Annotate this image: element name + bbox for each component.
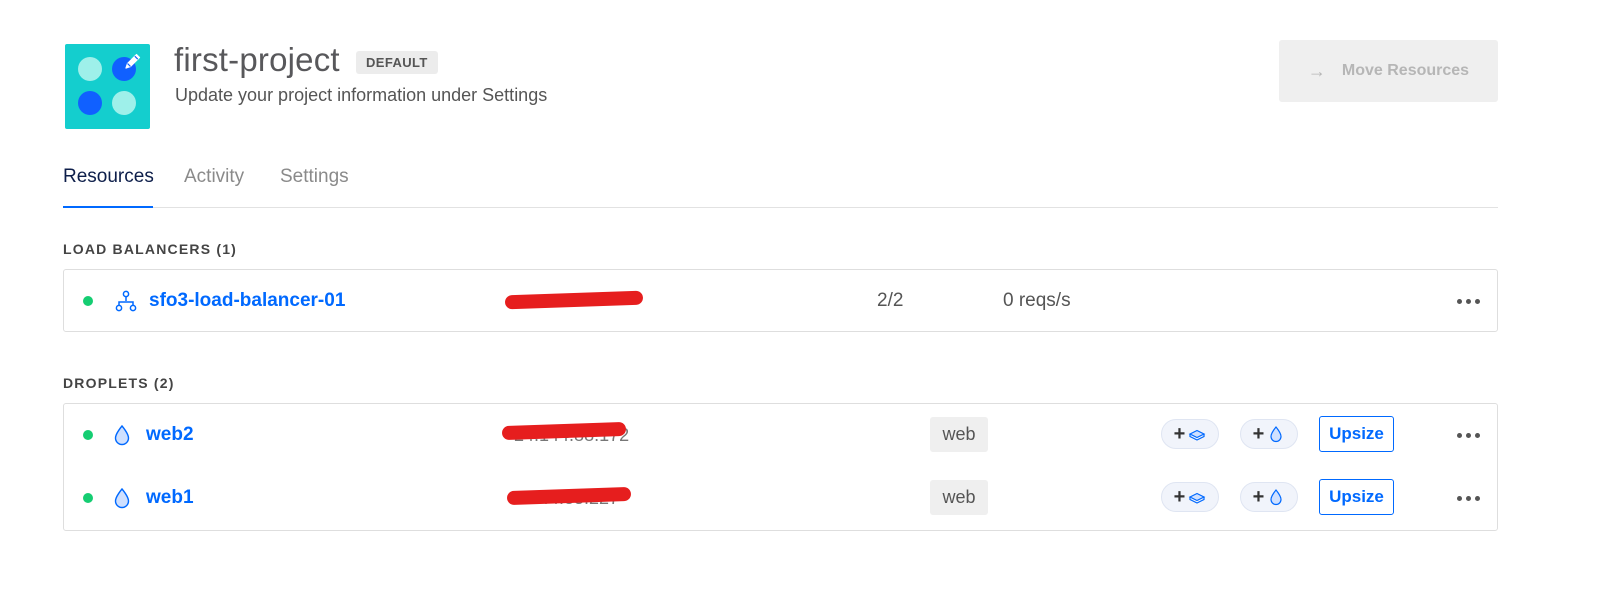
plus-label: + bbox=[1252, 485, 1265, 508]
move-resources-button[interactable]: → Move Resources bbox=[1279, 40, 1498, 102]
plus-label: + bbox=[1173, 485, 1186, 508]
more-options-icon[interactable] bbox=[1456, 426, 1480, 444]
tab-settings[interactable]: Settings bbox=[280, 166, 349, 208]
move-resources-label: Move Resources bbox=[1341, 62, 1470, 79]
tab-activity[interactable]: Activity bbox=[184, 166, 244, 208]
redacted-ip bbox=[504, 290, 644, 310]
logo-dot bbox=[78, 57, 102, 81]
upsize-button[interactable]: Upsize bbox=[1319, 479, 1394, 515]
load-balancers-list: sfo3-load-balancer-01 2/2 0 reqs/s bbox=[63, 269, 1498, 332]
add-volume-button[interactable]: + bbox=[1161, 419, 1219, 449]
lb-requests: 0 reqs/s bbox=[1003, 290, 1071, 311]
load-balancer-row: sfo3-load-balancer-01 2/2 0 reqs/s bbox=[64, 270, 1497, 333]
droplet-row: web2 24.144.88.172 web + + Upsize bbox=[64, 404, 1497, 467]
lb-nodes: 2/2 bbox=[877, 290, 904, 311]
status-dot bbox=[83, 493, 93, 503]
droplet-tag[interactable]: web bbox=[930, 417, 988, 452]
arrow-right-icon: → bbox=[1307, 60, 1326, 81]
droplets-heading: DROPLETS (2) bbox=[63, 375, 175, 391]
pencil-icon[interactable] bbox=[122, 50, 144, 72]
add-droplet-button[interactable]: + bbox=[1240, 482, 1298, 512]
upsize-button[interactable]: Upsize bbox=[1319, 416, 1394, 452]
plus-label: + bbox=[1252, 422, 1265, 445]
project-title: first-project bbox=[174, 41, 340, 78]
droplet-row: web1 .44.85.227 web + + Upsize bbox=[64, 467, 1497, 530]
droplets-list: web2 24.144.88.172 web + + Upsize web1 .… bbox=[63, 403, 1498, 531]
droplet-icon bbox=[1270, 426, 1282, 443]
project-subtitle: Update your project information under Se… bbox=[175, 85, 548, 105]
droplet-icon bbox=[114, 487, 130, 509]
add-volume-button[interactable]: + bbox=[1161, 482, 1219, 512]
load-balancer-icon bbox=[115, 290, 137, 312]
load-balancers-heading: LOAD BALANCERS (1) bbox=[63, 241, 238, 257]
droplet-name-link[interactable]: web2 bbox=[146, 424, 194, 446]
volume-icon bbox=[1189, 429, 1206, 441]
more-options-icon[interactable] bbox=[1456, 292, 1480, 310]
project-logo-icon[interactable] bbox=[65, 44, 150, 129]
droplet-icon bbox=[1270, 489, 1282, 506]
default-badge: DEFAULT bbox=[356, 51, 438, 74]
tab-resources[interactable]: Resources bbox=[63, 166, 154, 208]
droplet-name-link[interactable]: web1 bbox=[146, 487, 194, 509]
project-tabs: Resources Activity Settings bbox=[63, 152, 1498, 208]
status-dot bbox=[83, 296, 93, 306]
plus-label: + bbox=[1173, 422, 1186, 445]
status-dot bbox=[83, 430, 93, 440]
logo-dot bbox=[78, 91, 102, 115]
add-droplet-button[interactable]: + bbox=[1240, 419, 1298, 449]
load-balancer-name-link[interactable]: sfo3-load-balancer-01 bbox=[149, 290, 345, 312]
droplet-icon bbox=[114, 424, 130, 446]
more-options-icon[interactable] bbox=[1456, 489, 1480, 507]
logo-dot bbox=[112, 91, 136, 115]
volume-icon bbox=[1189, 492, 1206, 504]
droplet-tag[interactable]: web bbox=[930, 480, 988, 515]
